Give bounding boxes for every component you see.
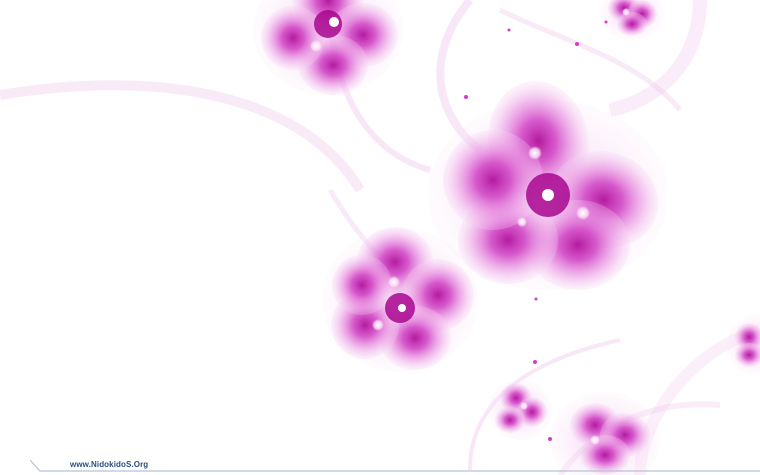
left-middle-flower <box>322 227 478 372</box>
flower-artwork <box>0 0 760 475</box>
bottom-small-flower <box>488 380 552 440</box>
watermark-bar: www.NidokidoS.Org <box>30 459 760 473</box>
right-edge-flower <box>727 315 760 375</box>
top-right-flower <box>600 0 664 40</box>
top-flower <box>253 0 403 95</box>
watermark-text: www.NidokidoS.Org <box>70 460 149 469</box>
wallpaper: www.NidokidoS.Org <box>0 0 760 475</box>
